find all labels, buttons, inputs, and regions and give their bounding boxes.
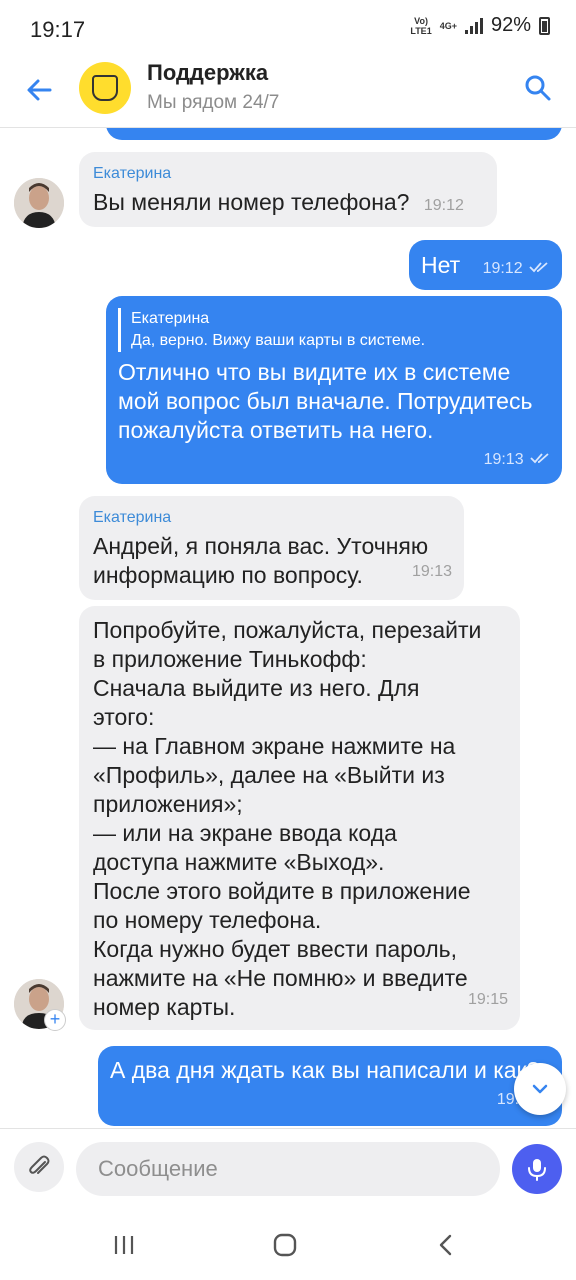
chat-header: Поддержка Мы рядом 24/7: [0, 58, 576, 128]
quote-text: Да, верно. Вижу ваши карты в системе.: [131, 332, 426, 349]
message-bubble-incoming[interactable]: Екатерина Вы меняли номер телефона? 19:1…: [79, 152, 497, 227]
home-button[interactable]: [265, 1230, 305, 1260]
message-line: — на Главном экране нажмите на: [93, 733, 456, 759]
support-logo: [79, 62, 131, 114]
status-icons: Vo) LTE1 4G+ 92%: [410, 14, 550, 37]
signal-icon: [464, 17, 483, 34]
message-line: Сначала выйдите из него. Для: [93, 675, 420, 701]
message-line: Когда нужно будет ввести пароль,: [93, 936, 458, 962]
scroll-down-button[interactable]: [514, 1063, 566, 1115]
message-line: «Профиль», далее на «Выйти из: [93, 762, 445, 788]
message-time: 19:12: [423, 197, 464, 214]
battery-percent: 92%: [490, 14, 531, 36]
search-button[interactable]: [520, 70, 556, 106]
battery-icon: [539, 16, 550, 35]
message-bubble-incoming[interactable]: Попробуйте, пожалуйста, перезайти в прил…: [79, 606, 520, 1030]
recent-apps-button[interactable]: [104, 1230, 144, 1260]
message-time: 19:15: [467, 991, 508, 1008]
message-line: После этого войдите в приложение: [93, 878, 471, 904]
status-time: 19:17: [30, 17, 86, 42]
search-icon: [525, 75, 551, 101]
chat-title: Поддержка: [147, 60, 269, 85]
message-line: номер карты.: [93, 994, 236, 1020]
message-line: нажмите на «Не помню» и введите: [93, 965, 468, 991]
message-bubble-incoming[interactable]: Екатерина Андрей, я поняла вас. Уточняю …: [79, 496, 464, 600]
home-icon: [273, 1233, 297, 1257]
message-line: Попробуйте, пожалуйста, перезайти: [93, 617, 482, 643]
message-bubble-outgoing-reply[interactable]: Екатерина Да, верно. Вижу ваши карты в с…: [106, 296, 562, 484]
status-bar: 19:17 Vo) LTE1 4G+ 92%: [0, 0, 576, 58]
back-chevron-icon: [439, 1234, 452, 1256]
message-line: этого:: [93, 704, 155, 730]
back-nav-button[interactable]: [426, 1230, 466, 1260]
read-receipt-icon: [530, 453, 549, 464]
message-text: Вы меняли номер телефона?: [93, 189, 410, 215]
message-time: 19:13: [483, 451, 524, 468]
message-text: Нет: [421, 252, 461, 278]
add-contact-icon[interactable]: +: [44, 1009, 66, 1031]
message-line: в приложение Тинькофф:: [93, 646, 367, 672]
volte-indicator: Vo) LTE1: [410, 15, 432, 36]
paperclip-icon: [29, 1155, 50, 1174]
message-time: 19:13: [411, 563, 452, 580]
message-sender: Екатерина: [93, 165, 172, 182]
message-list[interactable]: Екатерина Вы меняли номер телефона? 19:1…: [0, 128, 576, 1128]
message-bubble-outgoing[interactable]: А два дня ждать как вы написали и как? 1…: [98, 1046, 562, 1126]
message-text: Отлично что вы видите их в системе мой в…: [118, 359, 533, 443]
chevron-down-icon: [532, 1084, 548, 1094]
attach-button[interactable]: [14, 1142, 64, 1192]
mic-button[interactable]: [512, 1144, 562, 1194]
message-bubble-partial: [106, 128, 562, 140]
read-receipt-icon: [529, 262, 548, 273]
chat-subtitle: Мы рядом 24/7: [147, 92, 280, 113]
back-button[interactable]: [22, 72, 58, 108]
avatar: [14, 178, 64, 228]
message-line: по номеру телефона.: [93, 907, 322, 933]
message-line: приложения»;: [93, 791, 243, 817]
message-line: доступа нажмите «Выход».: [93, 849, 385, 875]
message-input[interactable]: [76, 1142, 500, 1196]
message-time: 19:12: [482, 260, 523, 277]
agent-photo: [14, 178, 64, 228]
avatar: +: [14, 979, 66, 1031]
shield-icon: [92, 75, 118, 101]
network-type: 4G+: [439, 20, 457, 31]
composer: [0, 1128, 576, 1210]
recent-apps-icon: [114, 1236, 134, 1254]
message-text: Андрей, я поняла вас. Уточняю информацию…: [93, 533, 429, 588]
quote-sender: Екатерина: [131, 310, 210, 327]
system-nav-bar: [0, 1210, 576, 1280]
quoted-message[interactable]: Екатерина Да, верно. Вижу ваши карты в с…: [118, 308, 550, 352]
message-text: А два дня ждать как вы написали и как?: [110, 1057, 540, 1083]
message-sender: Екатерина: [93, 509, 172, 526]
message-line: — или на экране ввода кода: [93, 820, 397, 846]
message-bubble-outgoing[interactable]: Нет 19:12: [409, 240, 562, 290]
back-arrow-icon: [27, 79, 52, 101]
microphone-icon: [528, 1159, 546, 1181]
